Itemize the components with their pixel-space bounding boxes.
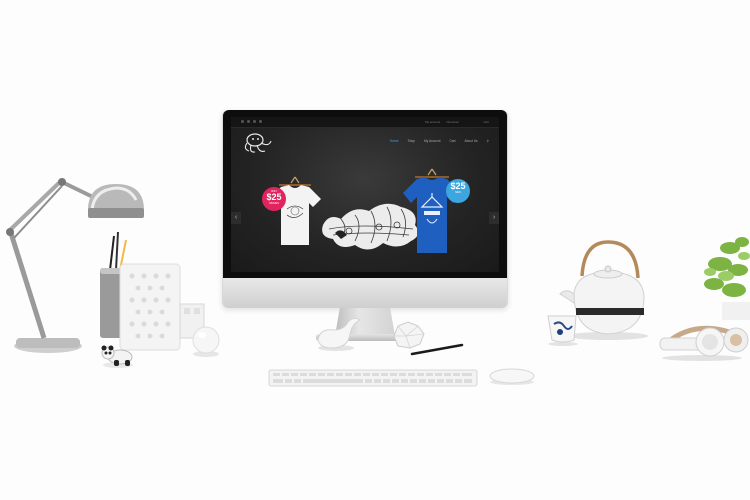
white-vase <box>119 263 181 351</box>
nav-item-about[interactable]: About Us <box>465 139 478 143</box>
badge-right-price: $25 <box>450 181 466 191</box>
keyboard <box>268 369 478 387</box>
search-icon[interactable]: ⚲ <box>487 139 489 143</box>
site-logo[interactable] <box>239 131 275 155</box>
nav-item-cart[interactable]: Cart <box>450 139 456 143</box>
pinterest-icon[interactable] <box>259 120 262 123</box>
headphones <box>659 325 749 361</box>
site-nav: Home Shop My Account Cart About Us ⚲ <box>390 139 489 143</box>
instagram-icon[interactable] <box>253 120 256 123</box>
badge-left-bottom-text: WOMEN <box>269 202 279 205</box>
white-ball <box>192 326 220 357</box>
twitter-icon[interactable] <box>247 120 250 123</box>
potted-plant <box>704 237 750 320</box>
topbar-link-checkout[interactable]: Checkout <box>446 120 459 124</box>
price-badge-right: $25 MEN <box>446 179 470 203</box>
teacup <box>547 315 578 346</box>
badge-right-bottom-text: MEN <box>455 191 461 194</box>
mouse <box>489 368 535 385</box>
slider-prev-arrow-icon[interactable]: ‹ <box>231 212 241 224</box>
apple-logo-icon <box>359 285 373 299</box>
price-badge-left: ONLY $25 WOMEN <box>262 187 286 211</box>
monitor-screen: My account Checkout Cart Home Shop My Ac… <box>231 117 499 272</box>
site-topbar: My account Checkout Cart <box>231 117 499 128</box>
topbar-link-account[interactable]: My account <box>425 120 440 124</box>
badge-left-price: $25 <box>266 192 282 202</box>
desk-scene: My account Checkout Cart Home Shop My Ac… <box>0 0 750 500</box>
bird-figurine <box>317 317 361 351</box>
facebook-icon[interactable] <box>241 120 244 123</box>
nav-item-home[interactable]: Home <box>390 139 399 143</box>
hero-slider: ONLY $25 WOMEN $25 MEN ‹ › <box>231 163 499 263</box>
social-icons <box>241 120 262 123</box>
panda-figurine <box>101 345 133 368</box>
nav-item-my-account[interactable]: My Account <box>424 139 440 143</box>
topbar-cart[interactable]: Cart <box>483 120 489 124</box>
blue-tshirt-image[interactable] <box>399 163 465 259</box>
topbar-links: My account Checkout <box>425 120 459 124</box>
nav-item-shop[interactable]: Shop <box>408 139 415 143</box>
slider-next-arrow-icon[interactable]: › <box>489 212 499 224</box>
pencil <box>410 343 464 356</box>
